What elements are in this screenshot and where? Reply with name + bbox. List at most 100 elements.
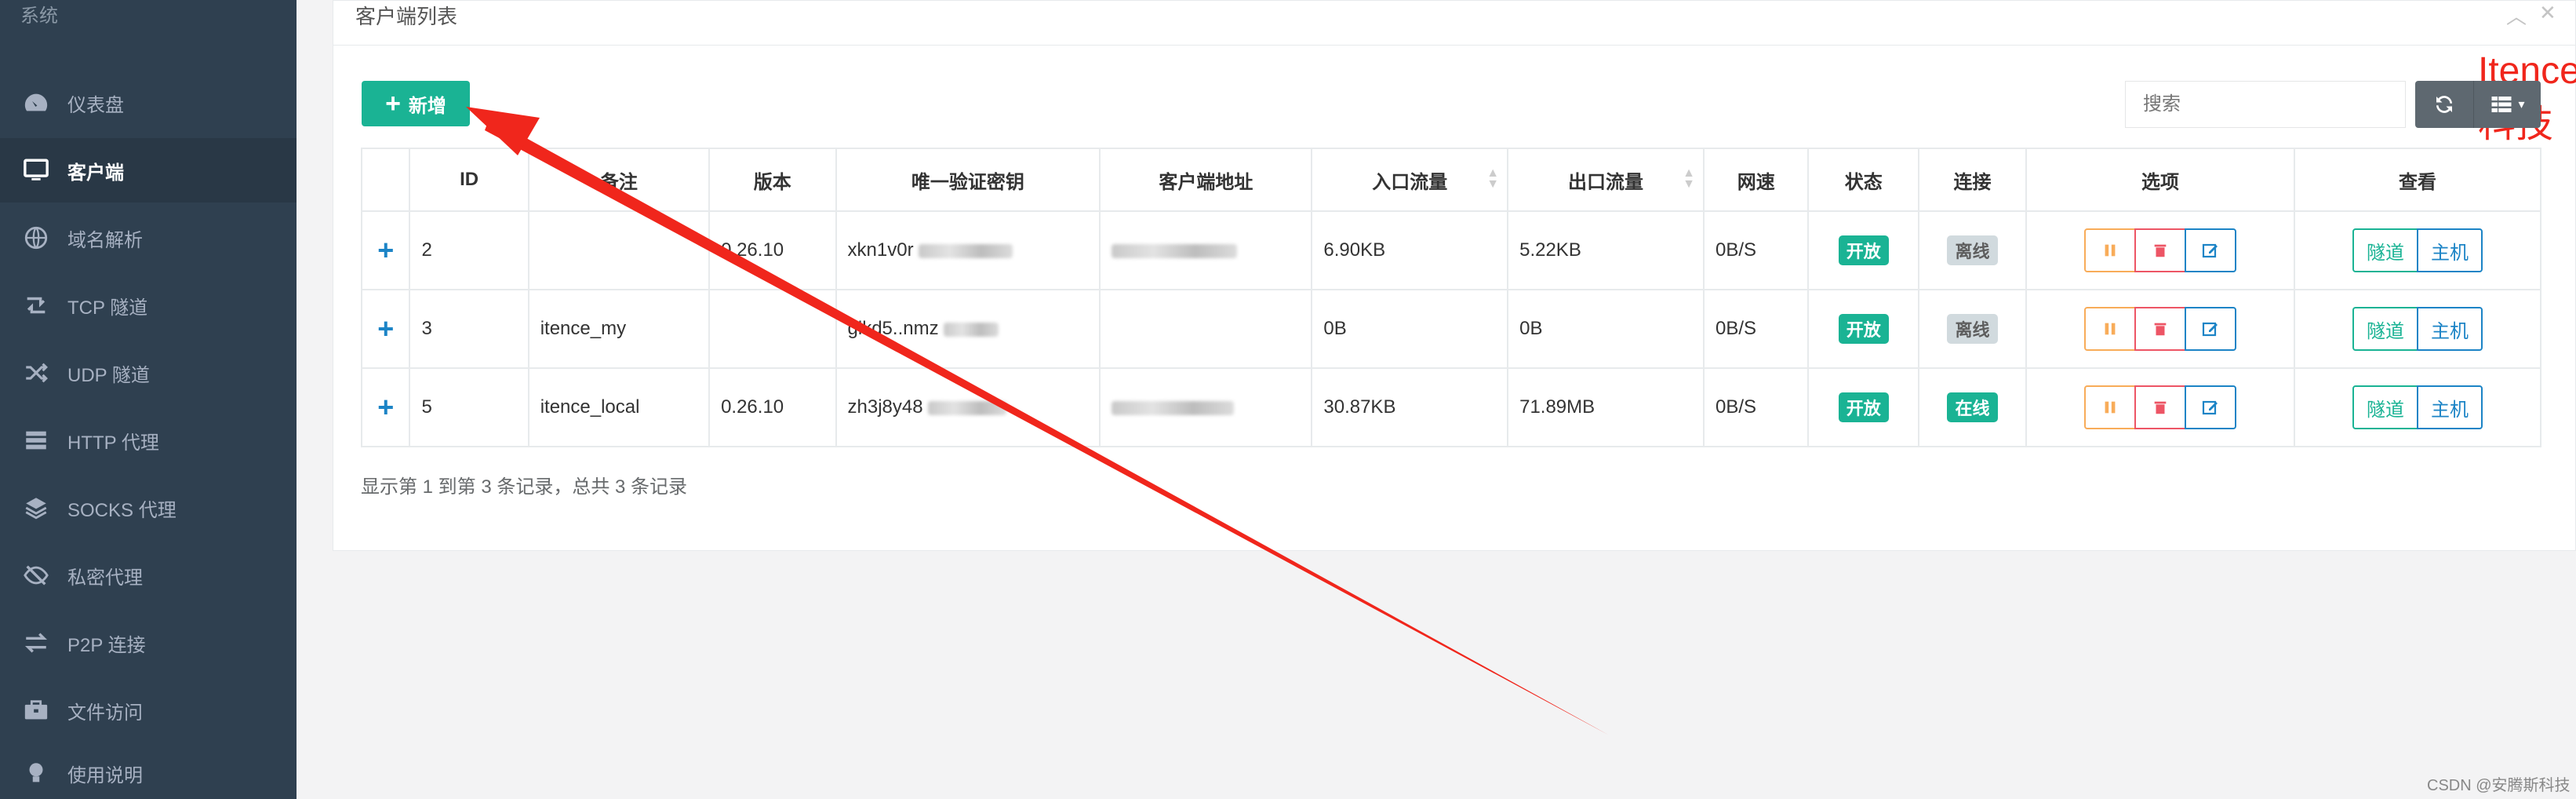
sidebar-item-label: 使用说明 — [67, 764, 143, 786]
expand-toggle[interactable]: + — [360, 210, 411, 290]
header-speed[interactable]: 网速 — [1702, 148, 1810, 212]
edit-button[interactable] — [2184, 385, 2236, 429]
search-input[interactable] — [2125, 81, 2406, 128]
pause-button[interactable] — [2083, 228, 2136, 272]
layers-icon — [20, 492, 52, 524]
sidebar-item-socks[interactable]: SOCKS 代理 — [0, 476, 297, 540]
sort-icon: ▲ ▼ — [1486, 166, 1500, 191]
shuffle-icon — [20, 357, 52, 389]
cell-status: 开放 — [1807, 210, 1920, 290]
refresh-icon — [2436, 96, 2452, 113]
pause-icon — [2105, 323, 2116, 335]
sidebar-item-label: SOCKS 代理 — [67, 499, 176, 521]
sidebar-item-label: 仪表盘 — [67, 94, 124, 116]
sidebar: 系统 仪表盘 客户端 域名解析 TCP 隧道 UDP 隧道 HTTP 代理 SO… — [0, 0, 297, 799]
cell-connection: 离线 — [1918, 289, 2027, 369]
cell-speed: 0B/S — [1702, 210, 1810, 290]
vkey-text: xkn1v0r — [847, 239, 914, 261]
sidebar-item-tcp[interactable]: TCP 隧道 — [0, 273, 297, 337]
header-label: 入口流量 — [1372, 171, 1448, 193]
cell-vkey: xkn1v0r — [835, 210, 1101, 290]
redacted-text — [1112, 400, 1235, 415]
collapse-icon[interactable]: ︿ — [2506, 1, 2527, 30]
row-actions — [2083, 228, 2236, 272]
pause-button[interactable] — [2083, 307, 2136, 351]
delete-button[interactable] — [2134, 228, 2186, 272]
cell-id: 3 — [409, 289, 529, 369]
close-icon[interactable]: ✕ — [2539, 1, 2556, 25]
row-actions — [2083, 385, 2236, 429]
status-badge: 开放 — [1838, 392, 1889, 422]
sidebar-item-clients[interactable]: 客户端 — [0, 138, 297, 202]
redacted-text — [919, 243, 1013, 258]
cell-in-flow: 6.90KB — [1311, 210, 1509, 290]
tunnel-button[interactable]: 隧道 — [2352, 307, 2419, 351]
pause-button[interactable] — [2083, 385, 2136, 429]
header-out-flow[interactable]: 出口流量 ▲ ▼ — [1507, 148, 1705, 212]
header-address[interactable]: 客户端地址 — [1099, 148, 1313, 212]
cell-connection: 离线 — [1918, 210, 2027, 290]
add-client-button[interactable]: + 新增 — [362, 81, 470, 126]
header-remark[interactable]: 备注 — [527, 148, 711, 212]
pause-icon — [2105, 244, 2116, 257]
cell-id: 2 — [409, 210, 529, 290]
status-badge: 开放 — [1838, 314, 1889, 344]
redacted-text — [928, 400, 1007, 415]
cell-options — [2025, 367, 2296, 447]
expand-toggle[interactable]: + — [360, 367, 411, 447]
edit-icon — [2202, 322, 2218, 337]
edit-button[interactable] — [2184, 307, 2236, 351]
trash-icon — [2154, 401, 2167, 414]
plus-icon: + — [377, 391, 395, 423]
sidebar-item-dns[interactable]: 域名解析 — [0, 206, 297, 270]
host-button[interactable]: 主机 — [2417, 307, 2483, 351]
header-in-flow[interactable]: 入口流量 ▲ ▼ — [1311, 148, 1509, 212]
header-id[interactable]: ID — [409, 148, 529, 212]
sidebar-item-dashboard[interactable]: 仪表盘 — [0, 71, 297, 135]
delete-button[interactable] — [2134, 385, 2186, 429]
columns-toggle-button[interactable]: ▾ — [2473, 81, 2541, 128]
header-connection[interactable]: 连接 — [1918, 148, 2027, 212]
cell-out-flow: 0B — [1507, 289, 1705, 369]
host-button[interactable]: 主机 — [2417, 228, 2483, 272]
sidebar-item-label: TCP 隧道 — [67, 297, 148, 319]
plus-icon: + — [377, 312, 395, 345]
sidebar-item-files[interactable]: 文件访问 — [0, 678, 297, 742]
refresh-button[interactable] — [2415, 81, 2473, 128]
eye-slash-icon — [20, 560, 52, 591]
edit-button[interactable] — [2184, 228, 2236, 272]
delete-button[interactable] — [2134, 307, 2186, 351]
sidebar-item-secret[interactable]: 私密代理 — [0, 543, 297, 607]
expand-toggle[interactable]: + — [360, 289, 411, 369]
trash-icon — [2154, 244, 2167, 257]
header-vkey[interactable]: 唯一验证密钥 — [835, 148, 1101, 212]
cell-remark: itence_my — [527, 289, 711, 369]
header-status[interactable]: 状态 — [1807, 148, 1920, 212]
sidebar-section-label: 系统 — [20, 5, 58, 27]
sidebar-item-http[interactable]: HTTP 代理 — [0, 408, 297, 472]
cell-in-flow: 30.87KB — [1311, 367, 1509, 447]
cell-out-flow: 5.22KB — [1507, 210, 1705, 290]
add-button-label: 新增 — [408, 95, 446, 117]
cell-id: 5 — [409, 367, 529, 447]
sidebar-item-udp[interactable]: UDP 隧道 — [0, 341, 297, 405]
cell-status: 开放 — [1807, 367, 1920, 447]
header-version[interactable]: 版本 — [708, 148, 837, 212]
host-button[interactable]: 主机 — [2417, 385, 2483, 429]
sidebar-item-label: HTTP 代理 — [67, 432, 159, 454]
csdn-watermark: CSDN @安腾斯科技 — [2427, 777, 2571, 794]
cell-connection: 在线 — [1918, 367, 2027, 447]
table-toolbar: ▾ — [2415, 81, 2541, 128]
cell-remark — [527, 210, 711, 290]
sidebar-item-p2p[interactable]: P2P 连接 — [0, 611, 297, 675]
sidebar-item-help[interactable]: 使用说明 — [0, 741, 297, 799]
pagination-summary: 显示第 1 到第 3 条记录，总共 3 条记录 — [361, 476, 688, 498]
cell-speed: 0B/S — [1702, 367, 1810, 447]
cell-vkey: zh3j8y48 — [835, 367, 1101, 447]
tunnel-button[interactable]: 隧道 — [2352, 385, 2419, 429]
sidebar-item-label: P2P 连接 — [67, 634, 146, 656]
tunnel-button[interactable]: 隧道 — [2352, 228, 2419, 272]
connection-badge: 在线 — [1947, 392, 1998, 422]
header-view: 查看 — [2294, 148, 2541, 212]
cell-view: 隧道 主机 — [2294, 210, 2541, 290]
